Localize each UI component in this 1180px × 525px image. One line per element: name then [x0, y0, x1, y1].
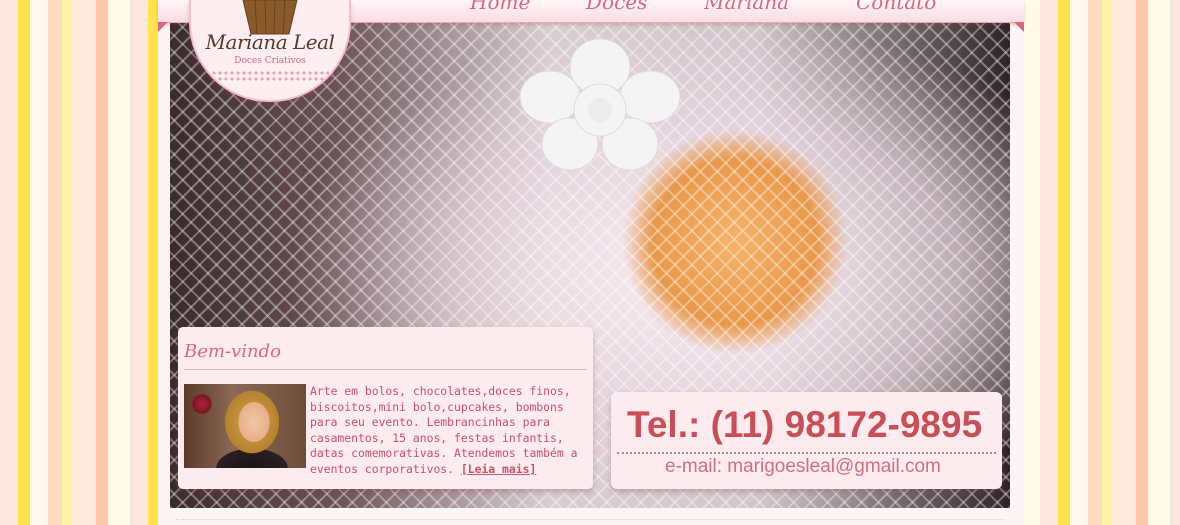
- profile-photo: [184, 384, 306, 468]
- nav-doces[interactable]: Doces: [586, 0, 647, 14]
- ribbon-left: [158, 22, 168, 32]
- welcome-body: Arte em bolos, chocolates,doces finos, b…: [310, 384, 578, 476]
- welcome-panel: Bem-vindo Arte em bolos, chocolates,doce…: [178, 327, 593, 489]
- contact-panel: Tel.: (11) 98172-9895 e-mail: marigoesle…: [611, 392, 1002, 489]
- welcome-text: Arte em bolos, chocolates,doces finos, b…: [310, 384, 590, 477]
- contact-divider: [617, 452, 996, 454]
- logo-dots: [211, 70, 329, 82]
- nav-mariana[interactable]: Mariana: [704, 0, 789, 14]
- nav-home[interactable]: Home: [470, 0, 530, 14]
- read-more-link[interactable]: [Leia mais]: [461, 462, 536, 476]
- welcome-title: Bem-vindo: [184, 341, 281, 362]
- ribbon-right: [1014, 22, 1024, 32]
- welcome-divider: [184, 369, 587, 370]
- email-address[interactable]: e-mail: marigoesleal@gmail.com: [665, 456, 941, 478]
- phone-number: Tel.: (11) 98172-9895: [627, 404, 983, 445]
- logo-name: Mariana Leal: [205, 30, 335, 54]
- nav-contato[interactable]: Contato: [856, 0, 936, 14]
- footer-strip: [170, 508, 1010, 525]
- flower-decoration: [519, 38, 681, 171]
- logo-tagline: Doces Criativos: [234, 56, 306, 66]
